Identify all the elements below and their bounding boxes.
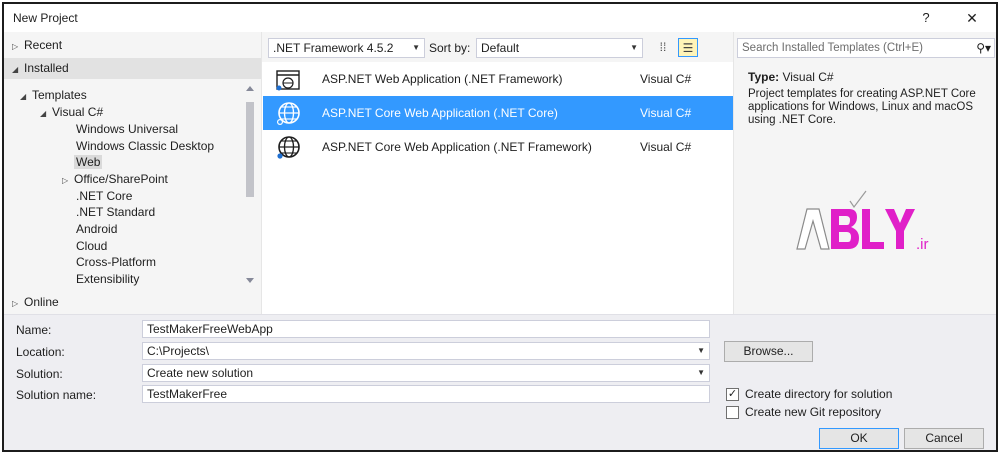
tree-item-online[interactable]: ▷ Online <box>12 292 59 312</box>
list-view-icon[interactable]: ☰ <box>678 38 698 57</box>
solution-name-label: Solution name: <box>16 388 97 402</box>
template-name: ASP.NET Web Application (.NET Framework) <box>322 72 563 86</box>
chevron-down-icon: ▼ <box>630 43 638 52</box>
solution-dropdown[interactable]: Create new solution ▼ <box>142 364 710 382</box>
chevron-down-icon[interactable]: ▼ <box>697 343 705 359</box>
template-type: Type: Visual C# <box>748 70 834 84</box>
logo-suffix: .ir <box>916 236 929 253</box>
location-label: Location: <box>16 345 65 359</box>
sort-dropdown[interactable]: Default ▼ <box>476 38 643 58</box>
template-language: Visual C# <box>640 72 692 86</box>
tree-item-installed[interactable]: ◢ Installed <box>12 58 69 78</box>
template-item[interactable]: ASP.NET Core Web Application (.NET Frame… <box>263 130 733 164</box>
template-language: Visual C# <box>640 106 692 120</box>
solution-label: Solution: <box>16 367 63 381</box>
expand-arrow-icon: ▷ <box>12 42 19 51</box>
help-button[interactable]: ? <box>916 8 936 28</box>
search-input[interactable]: Search Installed Templates (Ctrl+E) ⚲▾ <box>737 38 995 58</box>
web-application-icon <box>276 70 300 91</box>
browse-button[interactable]: Browse... <box>724 341 813 362</box>
scroll-up-arrow-icon[interactable] <box>246 86 254 91</box>
solution-name-field[interactable]: TestMakerFree <box>142 385 710 403</box>
git-repository-label: Create new Git repository <box>745 405 882 419</box>
template-description: Project templates for creating ASP.NET C… <box>748 88 976 126</box>
scroll-down-arrow-icon[interactable] <box>246 278 254 283</box>
create-directory-label: Create directory for solution <box>745 387 893 401</box>
project-form: Name: TestMakerFreeWebApp Location: C:\P… <box>4 314 996 450</box>
chevron-down-icon: ▼ <box>412 43 420 52</box>
tree-item-extensibility[interactable]: Extensibility <box>76 269 139 289</box>
template-toolbar: .NET Framework 4.5.2 ▼ Sort by: Default ▼ … <box>262 32 734 62</box>
chevron-down-icon[interactable]: ▼ <box>697 365 705 381</box>
create-directory-checkbox[interactable]: ✓ <box>726 388 739 401</box>
template-name: ASP.NET Core Web Application (.NET Core) <box>322 106 558 120</box>
framework-dropdown[interactable]: .NET Framework 4.5.2 ▼ <box>268 38 425 58</box>
location-field[interactable]: C:\Projects\ ▼ <box>142 342 710 360</box>
tree-scrollbar[interactable] <box>242 82 258 289</box>
template-item[interactable]: ASP.NET Web Application (.NET Framework)… <box>263 62 733 96</box>
search-placeholder: Search Installed Templates (Ctrl+E) <box>742 42 923 54</box>
globe-icon <box>277 102 300 125</box>
name-label: Name: <box>16 323 52 337</box>
collapse-arrow-icon: ◢ <box>20 92 27 101</box>
collapse-arrow-icon: ◢ <box>40 109 47 118</box>
scrollbar-thumb[interactable] <box>246 102 254 197</box>
template-name: ASP.NET Core Web Application (.NET Frame… <box>322 140 592 154</box>
git-repository-checkbox[interactable] <box>726 406 739 419</box>
sort-by-label: Sort by: <box>429 41 471 55</box>
ably-logo: .ir <box>796 190 929 253</box>
search-icon[interactable]: ⚲▾ <box>976 41 991 55</box>
category-tree: ▷ Recent ◢ Installed ◢ Templates ◢ Visual C#… <box>4 32 261 314</box>
collapse-arrow-icon: ◢ <box>12 65 19 74</box>
small-icons-view-icon[interactable]: ⁞⁞ <box>653 38 673 57</box>
new-project-dialog: New Project ? ✕ ▷ Recent ◢ Installed ◢ Temp… <box>2 2 998 452</box>
template-language: Visual C# <box>640 140 692 154</box>
window-title: New Project <box>13 11 78 25</box>
close-button[interactable]: ✕ <box>961 8 983 28</box>
ok-button[interactable]: OK <box>819 428 899 449</box>
template-list-pane: .NET Framework 4.5.2 ▼ Sort by: Default ▼ … <box>261 32 734 314</box>
details-pane: Search Installed Templates (Ctrl+E) ⚲▾ T… <box>733 32 996 314</box>
title-bar: New Project ? ✕ <box>4 4 996 32</box>
cancel-button[interactable]: Cancel <box>904 428 984 449</box>
name-field[interactable]: TestMakerFreeWebApp <box>142 320 710 338</box>
globe-icon <box>277 136 300 159</box>
tree-item-recent[interactable]: ▷ Recent <box>12 35 62 55</box>
template-item-selected[interactable]: ASP.NET Core Web Application (.NET Core)… <box>263 96 733 130</box>
expand-arrow-icon: ▷ <box>12 299 19 308</box>
expand-arrow-icon: ▷ <box>62 176 69 185</box>
